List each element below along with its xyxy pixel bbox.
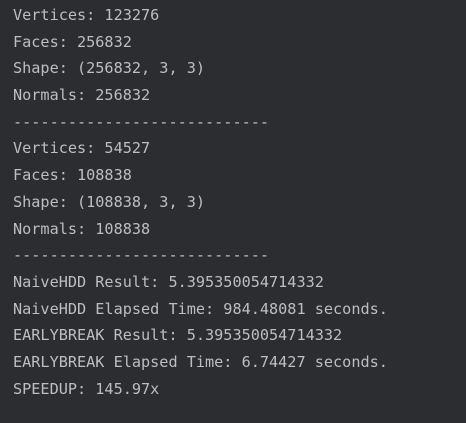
vertices-line-1: Vertices: 123276 xyxy=(13,6,160,24)
speedup-line: SPEEDUP: 145.97x xyxy=(13,379,160,398)
shape-line-1: Shape: (256832, 3, 3) xyxy=(13,59,206,78)
separator-line-2: ---------------------------- xyxy=(13,246,270,265)
shape-line-2: Shape: (108838, 3, 3) xyxy=(13,192,206,211)
earlybreak-elapsed-line: EARLYBREAK Elapsed Time: 6.74427 seconds… xyxy=(13,352,388,371)
faces-line-2: Faces: 108838 xyxy=(13,166,132,185)
normals-line-2: Normals: 108838 xyxy=(13,219,151,238)
normals-line-1: Normals: 256832 xyxy=(13,86,151,105)
separator-line-1: ---------------------------- xyxy=(13,112,270,131)
naivehdd-result-line: NaiveHDD Result: 5.395350054714332 xyxy=(13,272,324,291)
faces-line-1: Faces: 256832 xyxy=(13,32,132,51)
naivehdd-elapsed-line: NaiveHDD Elapsed Time: 984.48081 seconds… xyxy=(13,299,388,318)
earlybreak-result-line: EARLYBREAK Result: 5.395350054714332 xyxy=(13,326,343,345)
vertices-line-2: Vertices: 54527 xyxy=(13,139,151,158)
console-output[interactable]: Vertices: 123276 Faces: 256832 Shape: (2… xyxy=(0,0,466,423)
